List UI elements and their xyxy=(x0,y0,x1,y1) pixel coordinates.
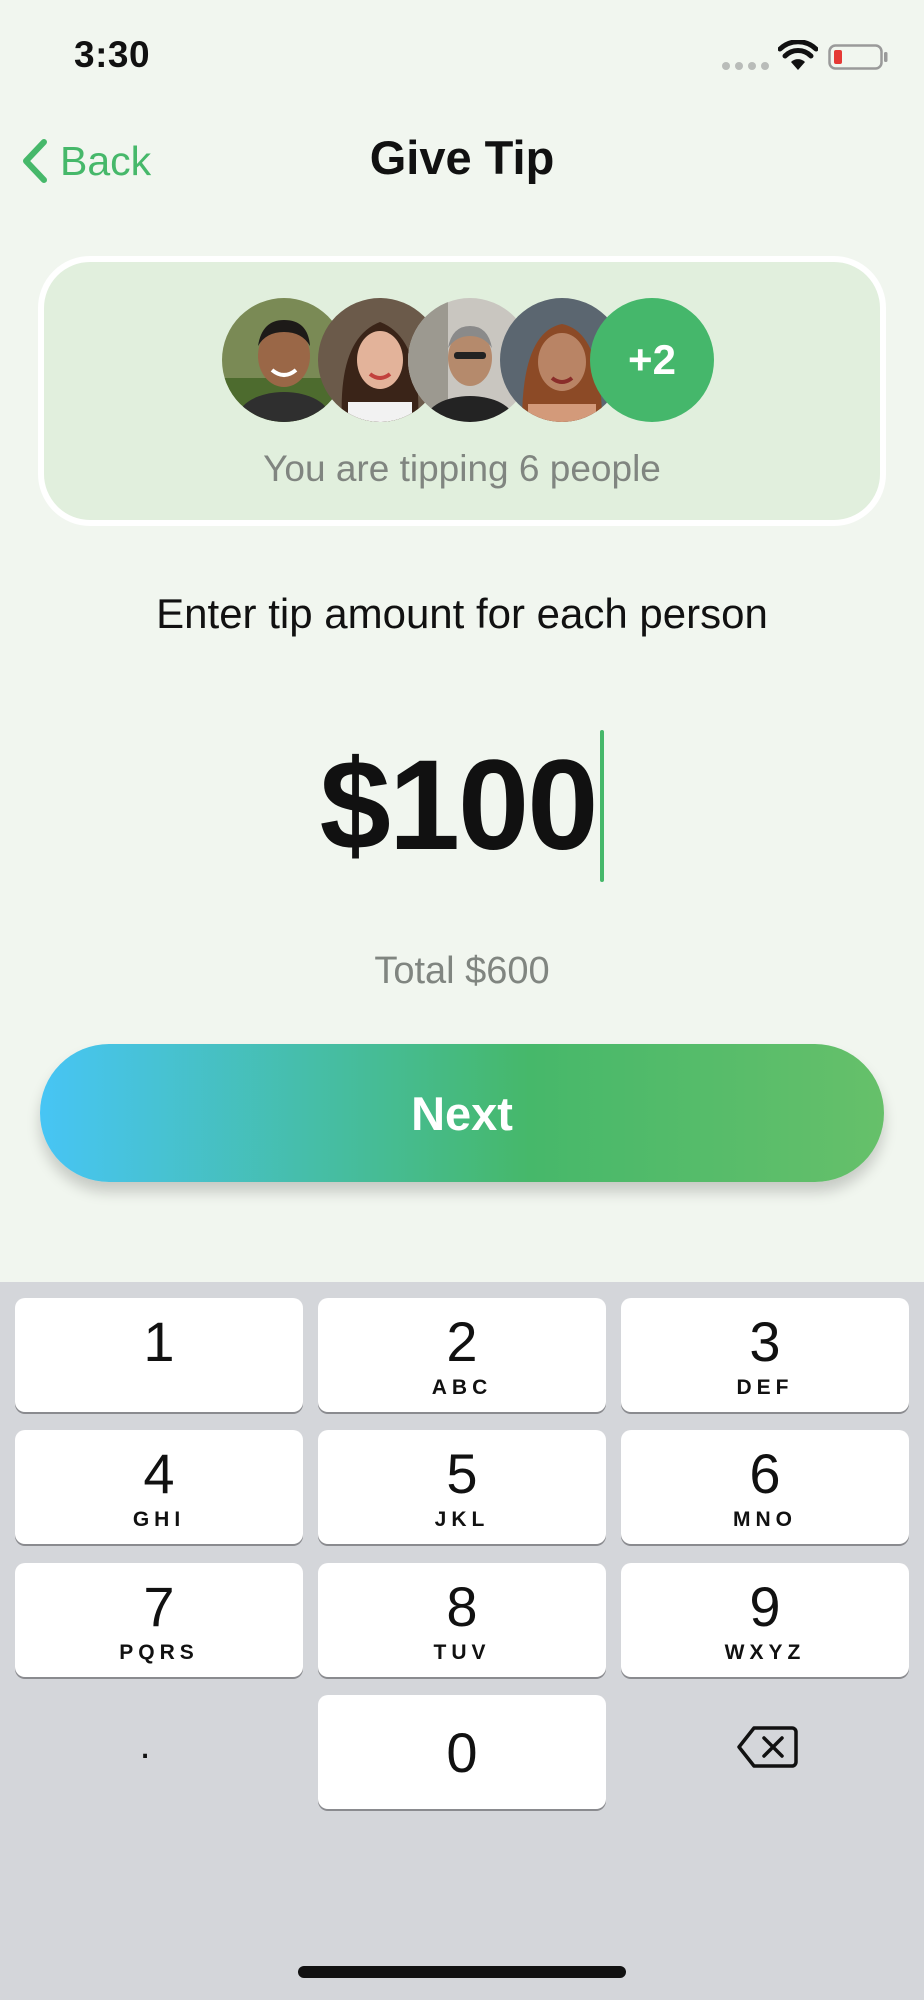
avatar-group: +2 xyxy=(222,298,722,422)
key-1[interactable]: 1 xyxy=(15,1298,303,1412)
instruction-text: Enter tip amount for each person xyxy=(156,590,768,637)
key-5[interactable]: 5 JKL xyxy=(318,1430,606,1544)
backspace-icon[interactable] xyxy=(736,1724,798,1770)
amount-field[interactable]: $100 xyxy=(0,730,924,882)
key-8[interactable]: 8 TUV xyxy=(318,1563,606,1677)
key-decimal-point[interactable]: . xyxy=(130,1725,160,1765)
tipping-summary: You are tipping 6 people xyxy=(263,448,661,489)
total-amount: Total $600 xyxy=(374,950,550,992)
amount-input[interactable]: $100 xyxy=(320,730,605,882)
key-3[interactable]: 3 DEF xyxy=(621,1298,909,1412)
amount-value: $100 xyxy=(319,734,599,877)
wifi-icon xyxy=(778,40,818,70)
key-0[interactable]: 0 xyxy=(318,1695,606,1809)
more-recipients-badge[interactable]: +2 xyxy=(590,298,714,422)
next-button[interactable]: Next xyxy=(40,1044,884,1182)
status-time: 3:30 xyxy=(74,34,151,75)
recipients-card: +2 You are tipping 6 people xyxy=(38,256,886,526)
battery-icon xyxy=(828,44,888,70)
key-7[interactable]: 7 PQRS xyxy=(15,1563,303,1677)
home-indicator[interactable] xyxy=(298,1966,626,1978)
key-9[interactable]: 9 WXYZ xyxy=(621,1563,909,1677)
signal-icon xyxy=(722,62,769,70)
key-4[interactable]: 4 GHI xyxy=(15,1430,303,1544)
give-tip-screen: 3:30 Back Give Tip +2 You are tipping 6 … xyxy=(0,0,924,2000)
key-6[interactable]: 6 MNO xyxy=(621,1430,909,1544)
text-cursor xyxy=(600,730,605,882)
status-bar: 3:30 xyxy=(0,0,924,110)
key-2[interactable]: 2 ABC xyxy=(318,1298,606,1412)
page-title: Give Tip xyxy=(369,131,555,184)
